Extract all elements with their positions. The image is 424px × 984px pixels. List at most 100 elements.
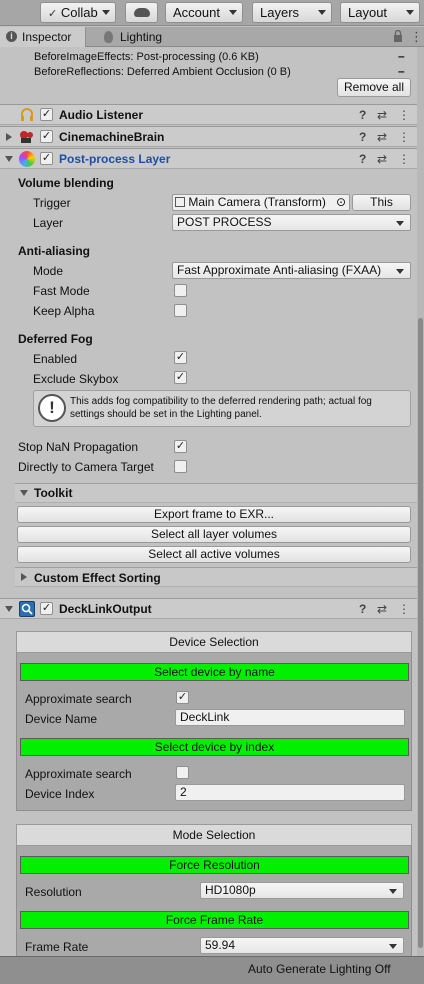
layers-dropdown[interactable]: Layers bbox=[252, 2, 332, 23]
device-name-label: Device Name bbox=[25, 712, 98, 726]
remove-icon[interactable]: – bbox=[398, 64, 405, 78]
approx-search-label-1: Approximate search bbox=[25, 692, 132, 706]
account-dropdown[interactable]: Account bbox=[165, 2, 243, 23]
cinemachine-brain-title: CinemachineBrain bbox=[59, 130, 165, 144]
chevron-right-icon[interactable] bbox=[21, 573, 27, 581]
help-icon[interactable]: ? bbox=[359, 109, 366, 121]
select-layer-volumes-button[interactable]: Select all layer volumes bbox=[17, 526, 411, 543]
this-button[interactable]: This bbox=[352, 194, 411, 211]
toolkit-heading: Toolkit bbox=[34, 486, 73, 500]
aa-mode-label: Mode bbox=[33, 264, 64, 278]
stop-nan-checkbox[interactable]: ✓ bbox=[174, 440, 187, 453]
toolkit-foldout[interactable]: Toolkit bbox=[15, 483, 417, 503]
trigger-object-field[interactable]: Main Camera (Transform) ⊙ bbox=[172, 194, 350, 211]
presets-icon[interactable]: ⇄ bbox=[377, 109, 387, 121]
chevron-right-icon[interactable] bbox=[6, 133, 12, 141]
component-menu-icon[interactable]: ⋮ bbox=[398, 109, 410, 121]
exclude-skybox-checkbox[interactable]: ✓ bbox=[174, 371, 187, 384]
effect-row-before-reflections: BeforeReflections: Deferred Ambient Occl… bbox=[34, 66, 291, 78]
approx-search-checkbox-2[interactable] bbox=[176, 766, 189, 779]
approx-search-label-2: Approximate search bbox=[25, 767, 132, 781]
audio-listener-enabled-checkbox[interactable]: ✓ bbox=[40, 108, 53, 121]
keep-alpha-checkbox[interactable] bbox=[174, 304, 187, 317]
resolution-label: Resolution bbox=[25, 885, 82, 899]
component-menu-icon[interactable]: ⋮ bbox=[398, 153, 410, 165]
chevron-down-icon bbox=[389, 889, 397, 894]
cinemachine-brain-header[interactable]: ✓ CinemachineBrain ? ⇄ ⋮ bbox=[0, 126, 417, 147]
help-icon[interactable]: ? bbox=[359, 603, 366, 615]
post-process-icon bbox=[19, 151, 35, 167]
chevron-down-icon[interactable] bbox=[5, 156, 13, 162]
lock-icon[interactable] bbox=[393, 29, 403, 42]
fast-mode-label: Fast Mode bbox=[33, 284, 90, 298]
decklink-enabled-checkbox[interactable]: ✓ bbox=[40, 602, 53, 615]
collab-dropdown[interactable]: ✓ Collab bbox=[40, 2, 116, 23]
layout-label: Layout bbox=[348, 5, 388, 20]
frame-rate-dropdown[interactable]: 59.94 bbox=[200, 937, 404, 954]
volume-blending-heading: Volume blending bbox=[18, 176, 114, 190]
select-device-by-index-toggle[interactable]: Select device by index bbox=[20, 738, 409, 756]
fog-enabled-label: Enabled bbox=[33, 352, 78, 366]
account-label: Account bbox=[173, 5, 220, 20]
fog-enabled-checkbox[interactable]: ✓ bbox=[174, 351, 187, 364]
force-frame-rate-toggle[interactable]: Force Frame Rate bbox=[20, 911, 409, 929]
chevron-down-icon bbox=[396, 269, 404, 274]
direct-to-target-checkbox[interactable] bbox=[174, 460, 187, 473]
remove-all-button[interactable]: Remove all bbox=[337, 78, 411, 97]
fast-mode-checkbox[interactable] bbox=[174, 284, 187, 297]
chevron-down-icon bbox=[318, 10, 326, 15]
chevron-down-icon[interactable] bbox=[20, 490, 28, 496]
force-resolution-toggle[interactable]: Force Resolution bbox=[20, 856, 409, 874]
component-menu-icon[interactable]: ⋮ bbox=[398, 131, 410, 143]
anti-aliasing-heading: Anti-aliasing bbox=[18, 244, 91, 258]
post-process-layer-header[interactable]: ✓ Post-process Layer ? ⇄ ⋮ bbox=[0, 148, 417, 169]
custom-effect-sorting-heading: Custom Effect Sorting bbox=[34, 571, 161, 585]
help-icon[interactable]: ? bbox=[359, 131, 366, 143]
select-active-volumes-button[interactable]: Select all active volumes bbox=[17, 546, 411, 563]
tab-inspector[interactable]: i Inspector bbox=[0, 27, 86, 47]
remove-icon[interactable]: – bbox=[398, 49, 405, 63]
window-tab-bar: i Inspector Lighting ⋮ bbox=[0, 27, 424, 47]
device-index-input[interactable]: 2 bbox=[175, 784, 405, 801]
window-menu-icon[interactable]: ⋮ bbox=[410, 29, 423, 45]
device-index-label: Device Index bbox=[25, 787, 95, 801]
cloud-button[interactable] bbox=[125, 2, 158, 23]
layers-label: Layers bbox=[260, 5, 300, 20]
layout-dropdown[interactable]: Layout bbox=[340, 2, 420, 23]
chevron-down-icon bbox=[396, 221, 404, 226]
presets-icon[interactable]: ⇄ bbox=[377, 603, 387, 615]
decklink-output-header[interactable]: ✓ DeckLinkOutput ? ⇄ ⋮ bbox=[0, 598, 417, 619]
tab-lighting[interactable]: Lighting bbox=[98, 27, 178, 47]
direct-to-target-label: Directly to Camera Target bbox=[18, 460, 154, 474]
decklink-output-title: DeckLinkOutput bbox=[59, 602, 152, 616]
select-device-by-name-toggle[interactable]: Select device by name bbox=[20, 663, 409, 681]
inspector-scrollbar-thumb[interactable] bbox=[418, 318, 423, 948]
object-picker-target-icon[interactable]: ⊙ bbox=[336, 195, 346, 210]
component-menu-icon[interactable]: ⋮ bbox=[398, 603, 410, 615]
mode-selection-heading: Mode Selection bbox=[16, 824, 412, 846]
audio-listener-header[interactable]: ✓ Audio Listener ? ⇄ ⋮ bbox=[0, 104, 417, 125]
chevron-down-icon[interactable] bbox=[5, 606, 13, 612]
layer-mask-dropdown[interactable]: POST PROCESS bbox=[172, 214, 411, 231]
approx-search-checkbox-1[interactable]: ✓ bbox=[176, 691, 189, 704]
lightbulb-icon bbox=[104, 31, 113, 43]
chevron-down-icon bbox=[102, 10, 110, 15]
custom-effect-sorting-foldout[interactable]: Custom Effect Sorting bbox=[15, 567, 417, 587]
post-process-layer-title: Post-process Layer bbox=[59, 152, 171, 166]
post-process-layer-enabled-checkbox[interactable]: ✓ bbox=[40, 152, 53, 165]
warning-icon: ! bbox=[38, 394, 66, 422]
auto-generate-lighting-status[interactable]: Auto Generate Lighting Off bbox=[248, 962, 391, 976]
cloud-icon bbox=[133, 8, 150, 17]
cinemachine-brain-enabled-checkbox[interactable]: ✓ bbox=[40, 130, 53, 143]
fog-info-box: ! This adds fog compatibility to the def… bbox=[33, 390, 411, 427]
layer-value: POST PROCESS bbox=[177, 215, 272, 229]
aa-mode-dropdown[interactable]: Fast Approximate Anti-aliasing (FXAA) bbox=[172, 262, 411, 279]
effect-row-before-image: BeforeImageEffects: Post-processing (0.6… bbox=[34, 51, 259, 63]
resolution-dropdown[interactable]: HD1080p bbox=[200, 882, 404, 899]
export-frame-button[interactable]: Export frame to EXR... bbox=[17, 506, 411, 523]
cinemachine-icon bbox=[19, 130, 35, 144]
presets-icon[interactable]: ⇄ bbox=[377, 153, 387, 165]
device-name-input[interactable]: DeckLink bbox=[175, 709, 405, 726]
help-icon[interactable]: ? bbox=[359, 153, 366, 165]
presets-icon[interactable]: ⇄ bbox=[377, 131, 387, 143]
